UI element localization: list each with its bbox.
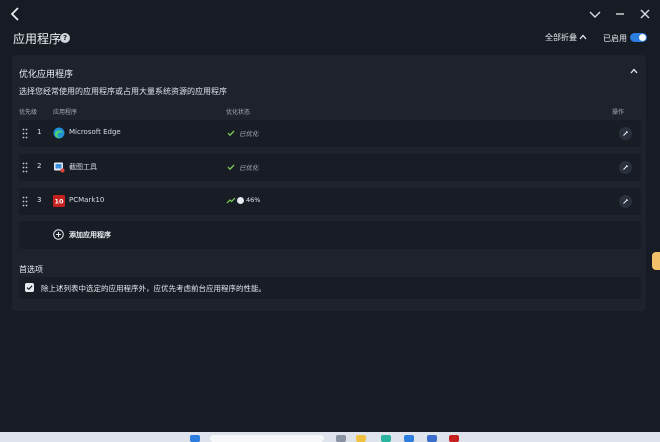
section-subtitle: 选择您经常使用的应用程序或占用大量系统资源的应用程序 <box>19 87 227 96</box>
side-panel-tab[interactable] <box>652 252 660 270</box>
optimization-progress: 46% <box>246 196 261 204</box>
add-app-button[interactable]: 添加应用程序 <box>19 221 641 249</box>
app-name: 截图工具 <box>69 163 97 171</box>
title-bar <box>0 0 660 28</box>
preference-label: 除上述列表中选定的应用程序外，应优先考虑前台应用程序的性能。 <box>41 284 266 293</box>
app-name: PCMark10 <box>69 196 105 204</box>
section-title: 优化应用程序 <box>19 70 74 80</box>
chevron-up-icon[interactable] <box>629 66 639 76</box>
help-icon[interactable]: ? <box>60 33 70 43</box>
drag-handle-icon[interactable] <box>22 162 28 173</box>
priority-number: 1 <box>37 128 42 136</box>
priority-number: 2 <box>37 162 42 170</box>
enabled-label: 已启用 <box>603 34 627 43</box>
add-app-label: 添加应用程序 <box>69 231 111 239</box>
start-icon[interactable] <box>190 435 200 442</box>
folder-icon[interactable] <box>356 435 366 442</box>
progress-icon <box>237 197 244 204</box>
plus-circle-icon <box>53 229 64 240</box>
optimization-status: 已优化 <box>239 164 259 172</box>
checkmark-icon <box>227 130 235 137</box>
svg-text:10: 10 <box>54 198 64 206</box>
taskbar-app-icon[interactable] <box>449 435 459 442</box>
edit-icon[interactable] <box>619 195 632 208</box>
snipping-tool-icon <box>54 162 65 173</box>
priority-number: 3 <box>37 196 42 204</box>
drag-handle-icon[interactable] <box>22 128 28 139</box>
taskbar-app-icon[interactable] <box>427 435 437 442</box>
edit-icon[interactable] <box>619 161 632 174</box>
preferences-title: 首选项 <box>19 265 43 274</box>
checkbox[interactable] <box>25 283 34 292</box>
app-row: 2 截图工具 已优化 <box>19 154 641 181</box>
pcmark10-icon: 10 <box>53 195 65 207</box>
minimize-icon[interactable] <box>612 6 628 22</box>
taskbar-app-icon[interactable] <box>381 435 391 442</box>
preference-option: 除上述列表中选定的应用程序外，应优先考虑前台应用程序的性能。 <box>19 277 641 299</box>
collapse-all-button[interactable]: 全部折叠 <box>545 32 577 43</box>
column-header-status: 优化状态 <box>226 109 251 116</box>
page-title: 应用程序 <box>13 32 62 46</box>
column-header-app: 应用程序 <box>53 109 78 116</box>
optimize-apps-panel: 优化应用程序 选择您经常使用的应用程序或占用大量系统资源的应用程序 优先级 应用… <box>12 55 646 311</box>
taskbar-app-icon[interactable] <box>336 435 346 442</box>
trending-up-icon <box>226 197 236 204</box>
column-header-operation: 操作 <box>612 109 625 116</box>
drag-handle-icon[interactable] <box>22 196 28 207</box>
optimization-status: 已优化 <box>239 130 259 138</box>
taskbar-search[interactable] <box>210 435 324 442</box>
edge-icon <box>53 127 65 139</box>
column-header-priority: 优先级 <box>19 109 38 116</box>
enabled-toggle[interactable] <box>630 33 647 42</box>
chevron-up-icon[interactable] <box>578 32 588 42</box>
close-icon[interactable] <box>637 6 653 22</box>
taskbar-app-icon[interactable] <box>404 435 414 442</box>
edit-icon[interactable] <box>619 127 632 140</box>
app-row: 3 10 PCMark10 46% <box>19 188 641 215</box>
chevron-down-icon[interactable] <box>587 6 603 22</box>
app-row: 1 Microsoft Edge 已优化 <box>19 120 641 147</box>
app-name: Microsoft Edge <box>69 128 121 136</box>
checkmark-icon <box>227 164 235 171</box>
taskbar <box>0 432 660 442</box>
back-arrow-icon[interactable] <box>8 6 24 22</box>
